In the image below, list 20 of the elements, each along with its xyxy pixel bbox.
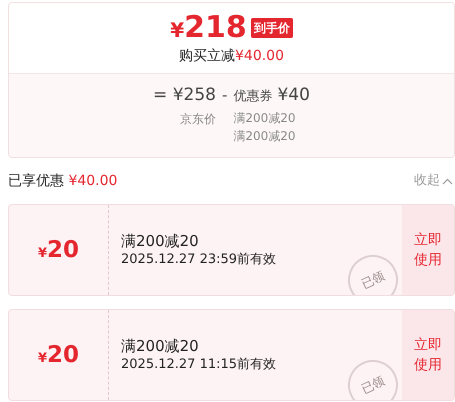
coupon-amount: ¥20 xyxy=(38,238,80,262)
price-badge: 到手价 xyxy=(250,18,293,38)
instant-discount-text: 购买立减¥40.00 xyxy=(179,47,284,66)
coupon-validity: 2025.12.27 23:59前有效 xyxy=(121,251,278,269)
use-now-button[interactable]: 立即 使用 xyxy=(402,310,454,400)
coupon-rule-text: 满200减20 xyxy=(233,110,297,126)
coupon-amount: ¥20 xyxy=(38,344,80,366)
discount-summary: 已享优惠 ¥40.00 xyxy=(7,172,118,190)
coupon-title: 满200减20 xyxy=(121,336,200,356)
chevron-up-icon xyxy=(442,178,453,184)
use-now-button[interactable]: 立即 使用 xyxy=(402,205,454,295)
base-price-text: = ¥258 xyxy=(153,84,216,106)
base-price-label: 京东价 xyxy=(180,111,216,128)
final-price: ¥218 xyxy=(170,13,247,43)
minus-sign: - xyxy=(222,85,228,106)
coupon-validity: 2025.12.27 11:15前有效 xyxy=(121,356,278,374)
coupon-total-text: 优惠券 ¥40 xyxy=(233,84,310,107)
collapse-button[interactable]: 收起 xyxy=(414,171,453,191)
coupon-rule-text: 满200减20 xyxy=(233,128,297,144)
coupon-title: 满200减20 xyxy=(121,231,200,251)
